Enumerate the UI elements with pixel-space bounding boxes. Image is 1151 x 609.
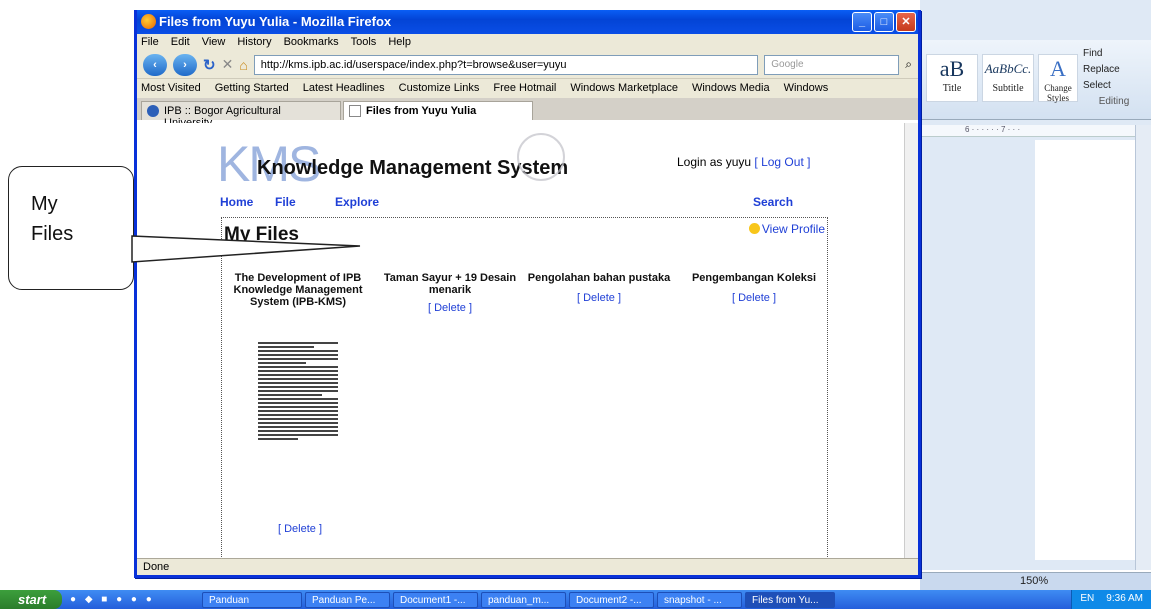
bookmark-free-hotmail[interactable]: Free Hotmail (493, 82, 556, 95)
delete-link[interactable]: [ Delete ] (684, 292, 824, 304)
menu-bar: File Edit View History Bookmarks Tools H… (137, 34, 918, 51)
taskbar-item[interactable]: Panduan (202, 591, 302, 608)
select-button[interactable]: Select (1083, 78, 1145, 94)
taskbar-item-active[interactable]: Files from Yu... (745, 591, 835, 608)
home-icon[interactable]: ⌂ (239, 57, 247, 73)
windows-taskbar: start ● ◆ ■ ● ● ● Panduan Panduan Pe... … (0, 590, 1151, 609)
editing-group: Find Replace Select Editing (1083, 46, 1145, 110)
menu-bookmarks[interactable]: Bookmarks (284, 36, 339, 49)
stop-icon[interactable]: ✕ (222, 56, 234, 73)
callout-text-line2: Files (31, 223, 74, 245)
bookmark-getting-started[interactable]: Getting Started (215, 82, 289, 95)
firefox-icon (141, 14, 156, 29)
bookmark-windows-media[interactable]: Windows Media (692, 82, 770, 95)
nav-file[interactable]: File (275, 195, 296, 209)
callout-text-line1: My (31, 193, 58, 215)
menu-tools[interactable]: Tools (351, 36, 377, 49)
file-thumbnail[interactable] (258, 342, 338, 477)
file-item: Pengolahan bahan pustaka [ Delete ] (524, 272, 674, 304)
callout-box: My Files (8, 166, 134, 290)
file-item: Pengembangan Koleksi [ Delete ] (684, 272, 824, 304)
page-title: My Files (224, 224, 299, 245)
kms-logo: KMS Knowledge Management System (217, 133, 568, 193)
close-button[interactable]: ✕ (896, 12, 916, 32)
language-indicator[interactable]: EN (1080, 593, 1094, 606)
tab-strip: IPB :: Bogor Agricultural University Fil… (137, 98, 918, 129)
page-icon (349, 105, 361, 117)
bookmark-latest-headlines[interactable]: Latest Headlines (303, 82, 385, 95)
menu-edit[interactable]: Edit (171, 36, 190, 49)
url-bar[interactable]: http://kms.ipb.ac.id/userspace/index.php… (253, 54, 759, 75)
ipb-seal-icon (517, 133, 565, 181)
delete-link[interactable]: [ Delete ] (524, 292, 674, 304)
delete-link[interactable]: [ Delete ] (380, 302, 520, 314)
nav-explore[interactable]: Explore (335, 195, 379, 209)
files-panel: My Files View Profile The Development of… (221, 217, 828, 560)
file-item: Taman Sayur + 19 Desain menarik [ Delete… (380, 272, 520, 314)
taskbar-item[interactable]: Panduan Pe... (305, 591, 390, 608)
quick-launch[interactable]: ● ◆ ■ ● ● ● (62, 594, 202, 605)
word-scrollbar[interactable] (1135, 125, 1151, 570)
replace-button[interactable]: Replace (1083, 62, 1145, 78)
ipb-favicon (147, 105, 159, 117)
file-title[interactable]: Pengolahan bahan pustaka (524, 272, 674, 284)
word-zoom-status: 150% (920, 572, 1151, 590)
smiley-icon (748, 223, 760, 234)
editing-label: Editing (1098, 96, 1130, 107)
menu-view[interactable]: View (202, 36, 226, 49)
status-bar: Done (137, 558, 918, 575)
delete-link[interactable]: [ Delete ] (278, 523, 322, 535)
forward-button[interactable]: › (173, 53, 197, 76)
change-styles-button[interactable]: A Change Styles (1038, 54, 1078, 103)
page-content: KMS Knowledge Management System Login as… (137, 123, 907, 560)
firefox-window: Files from Yuyu Yulia - Mozilla Firefox … (134, 10, 921, 578)
clock: 9:36 AM (1106, 593, 1143, 604)
menu-history[interactable]: History (237, 36, 271, 49)
login-status: Login as yuyu [ Log Out ] (677, 155, 811, 169)
start-button[interactable]: start (0, 590, 62, 609)
bookmark-windows-marketplace[interactable]: Windows Marketplace (570, 82, 678, 95)
system-tray: EN 9:36 AM (1071, 590, 1151, 609)
taskbar-item[interactable]: panduan_m... (481, 591, 566, 608)
reload-icon[interactable]: ↻ (203, 56, 216, 74)
nav-search[interactable]: Search (753, 195, 793, 209)
firefox-titlebar[interactable]: Files from Yuyu Yulia - Mozilla Firefox … (137, 10, 918, 34)
style-subtitle[interactable]: AaBbCc. Subtitle (982, 54, 1034, 102)
search-icon[interactable]: ⌕ (905, 57, 912, 72)
style-title[interactable]: aB Title (926, 54, 978, 102)
file-title[interactable]: Pengembangan Koleksi (684, 272, 824, 284)
back-button[interactable]: ‹ (143, 53, 167, 76)
menu-file[interactable]: File (141, 36, 159, 49)
maximize-button[interactable]: □ (874, 12, 894, 32)
tab-ipb[interactable]: IPB :: Bogor Agricultural University (141, 101, 341, 129)
word-ruler: 6 · · · · · · 7 · · · (920, 125, 1135, 137)
find-button[interactable]: Find (1083, 46, 1145, 62)
view-profile-link[interactable]: View Profile (748, 222, 825, 236)
file-title[interactable]: The Development of IPB Knowledge Managem… (228, 272, 368, 308)
tab-files[interactable]: Files from Yuyu Yulia (343, 101, 533, 120)
bookmark-most-visited[interactable]: Most Visited (141, 82, 201, 95)
window-title: Files from Yuyu Yulia - Mozilla Firefox (159, 14, 392, 29)
logout-link[interactable]: [ Log Out ] (754, 155, 810, 169)
taskbar-item[interactable]: Document2 -... (569, 591, 654, 608)
file-title[interactable]: Taman Sayur + 19 Desain menarik (380, 272, 520, 296)
bookmark-customize-links[interactable]: Customize Links (399, 82, 480, 95)
bookmarks-toolbar: Most Visited Getting Started Latest Head… (137, 78, 918, 98)
word-document[interactable] (1035, 140, 1135, 560)
word-ribbon: aB Title AaBbCc. Subtitle A Change Styles F… (920, 40, 1151, 120)
minimize-button[interactable]: _ (852, 12, 872, 32)
bookmark-windows[interactable]: Windows (784, 82, 829, 95)
taskbar-item[interactable]: snapshot - ... (657, 591, 742, 608)
file-item: The Development of IPB Knowledge Managem… (228, 272, 368, 308)
navigation-toolbar: ‹ › ↻ ✕ ⌂ http://kms.ipb.ac.id/userspace… (137, 51, 918, 78)
nav-home[interactable]: Home (220, 195, 253, 209)
menu-help[interactable]: Help (388, 36, 411, 49)
taskbar-item[interactable]: Document1 -... (393, 591, 478, 608)
search-input[interactable]: Google (764, 54, 900, 75)
page-scrollbar[interactable] (904, 123, 918, 560)
